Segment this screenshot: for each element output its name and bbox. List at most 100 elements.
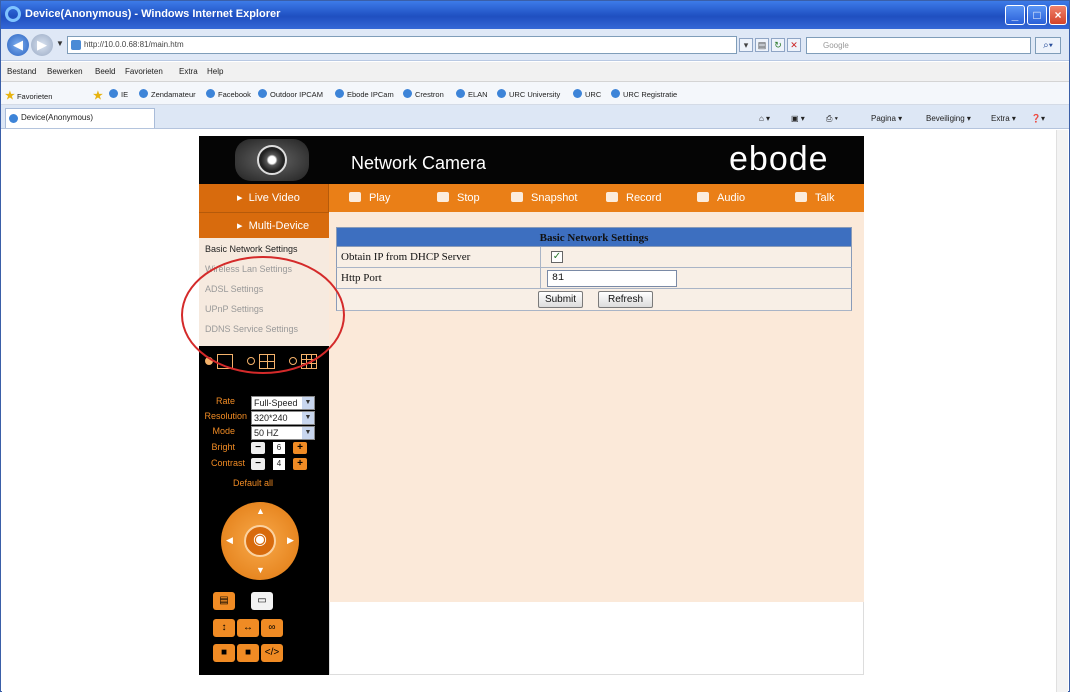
mode-select[interactable]: 50 HZ ▼ <box>251 426 315 440</box>
stop-icon <box>437 192 449 202</box>
ie-logo-icon <box>5 6 21 22</box>
history-dropdown-icon[interactable]: ▼ <box>56 39 64 48</box>
brand-logo: ebode <box>729 140 829 178</box>
maximize-button[interactable]: □ <box>1027 5 1047 25</box>
fav-urc-registratie[interactable]: URC Registratie <box>611 89 677 99</box>
submit-button[interactable]: Submit <box>538 291 583 308</box>
back-button[interactable]: ◀ <box>7 34 29 56</box>
talk-button[interactable]: Talk <box>795 184 835 212</box>
audio-button[interactable]: Audio <box>697 184 745 212</box>
code-icon[interactable]: </> <box>261 644 283 662</box>
default-all-button[interactable]: Default all <box>233 478 273 488</box>
camera-toolbar: ▸ Live Video Play Stop Snapshot Record A… <box>199 184 864 212</box>
tab-row: Device(Anonymous) ⌂ ▾ ▣ ▾ ⎙ ▾ Pagina ▾ B… <box>1 105 1069 129</box>
favorites-bar: ★ Favorieten ★ IE Zendamateur Facebook O… <box>1 82 1069 105</box>
page-viewport: Network Camera ebode ▸ Live Video Play S… <box>2 130 1068 692</box>
patrol-horizontal-icon[interactable]: ▭ <box>251 592 273 610</box>
search-icon[interactable]: ⌕▾ <box>1035 37 1061 54</box>
scrollbar[interactable] <box>1056 130 1068 692</box>
mode-label: Mode <box>212 426 235 436</box>
fav-facebook[interactable]: Facebook <box>206 89 251 99</box>
fav-zendamateur[interactable]: Zendamateur <box>139 89 196 99</box>
add-favorite-icon[interactable]: ★ <box>93 89 103 102</box>
io-on-icon[interactable]: ■ <box>213 644 235 662</box>
menu-bewerken[interactable]: Bewerken <box>47 67 83 76</box>
refresh-button[interactable]: Refresh <box>598 291 653 308</box>
live-video-button[interactable]: ▸ Live Video <box>199 184 329 212</box>
fav-outdoor-ipcam[interactable]: Outdoor IPCAM <box>258 89 323 99</box>
print-icon[interactable]: ⎙ ▾ <box>826 114 838 124</box>
fav-urc-university[interactable]: URC University <box>497 89 560 99</box>
contrast-decrease-button[interactable]: − <box>251 458 265 470</box>
feeds-icon[interactable]: ▣ ▾ <box>791 114 805 123</box>
title-bar: Device(Anonymous) - Windows Internet Exp… <box>1 1 1069 29</box>
ptz-down-icon[interactable]: ▼ <box>256 565 265 575</box>
fav-ie[interactable]: IE <box>109 89 128 99</box>
menu-extra[interactable]: Extra <box>179 67 198 76</box>
dhcp-row: Obtain IP from DHCP Server ✓ <box>336 247 852 268</box>
contrast-increase-button[interactable]: + <box>293 458 307 470</box>
annotation-circle <box>181 256 345 374</box>
play-button[interactable]: Play <box>349 184 390 212</box>
page-icon <box>71 40 81 50</box>
window-title: Device(Anonymous) - Windows Internet Exp… <box>25 8 281 20</box>
menu-help[interactable]: Help <box>207 67 223 76</box>
forward-button[interactable]: ▶ <box>31 34 53 56</box>
snapshot-button[interactable]: Snapshot <box>511 184 577 212</box>
browser-window: Device(Anonymous) - Windows Internet Exp… <box>0 0 1070 692</box>
tab-current[interactable]: Device(Anonymous) <box>5 108 155 128</box>
url-text: http://10.0.0.68:81/main.htm <box>84 40 184 49</box>
safety-menu[interactable]: Beveiliging ▾ <box>926 114 971 123</box>
ptz-right-icon[interactable]: ▶ <box>287 535 294 546</box>
rate-select[interactable]: Full-Speed ▼ <box>251 396 315 410</box>
address-bar: ◀ ▶ ▼ http://10.0.0.68:81/main.htm ▾ ▤ ↻… <box>1 29 1069 61</box>
http-port-input[interactable]: 81 <box>547 270 677 287</box>
close-button[interactable]: × <box>1049 5 1067 25</box>
search-input[interactable]: Google <box>806 37 1031 54</box>
bright-decrease-button[interactable]: − <box>251 442 265 454</box>
help-icon[interactable]: ❓▾ <box>1031 114 1045 123</box>
flip-icon[interactable]: ↕ <box>213 619 235 637</box>
home-icon[interactable]: ⌂ ▾ <box>759 114 770 123</box>
infinity-icon[interactable]: ∞ <box>261 619 283 637</box>
bright-increase-button[interactable]: + <box>293 442 307 454</box>
fav-crestron[interactable]: Crestron <box>403 89 444 99</box>
io-off-icon[interactable]: ■ <box>237 644 259 662</box>
rate-label: Rate <box>215 396 235 406</box>
bright-label: Bright <box>211 442 235 452</box>
tools-menu[interactable]: Extra ▾ <box>991 114 1016 123</box>
stop-button[interactable]: Stop <box>437 184 480 212</box>
fav-ebode-ipcam[interactable]: Ebode IPCam <box>335 89 394 99</box>
ptz-center-icon[interactable]: ◉ <box>244 525 276 557</box>
record-button[interactable]: Record <box>606 184 661 212</box>
stop-icon[interactable]: ✕ <box>787 38 801 52</box>
menu-bar: Bestand Bewerken Beeld Favorieten Extra … <box>1 62 1069 82</box>
fav-urc[interactable]: URC <box>573 89 601 99</box>
ptz-left-icon[interactable]: ◀ <box>226 535 233 546</box>
address-dropdown-icon[interactable]: ▾ <box>739 38 753 52</box>
menu-beeld[interactable]: Beeld <box>95 67 115 76</box>
fav-elan[interactable]: ELAN <box>456 89 488 99</box>
multi-device-button[interactable]: ▸ Multi-Device <box>199 212 329 238</box>
favorites-button[interactable]: ★ Favorieten <box>5 89 52 102</box>
resolution-label: Resolution <box>204 411 247 421</box>
tab-title: Device(Anonymous) <box>21 113 94 122</box>
minimize-button[interactable]: _ <box>1005 5 1025 25</box>
menu-favorieten[interactable]: Favorieten <box>125 67 163 76</box>
contrast-label: Contrast <box>210 458 245 468</box>
resolution-select[interactable]: 320*240 ▼ <box>251 411 315 425</box>
menu-bestand[interactable]: Bestand <box>7 67 36 76</box>
content-footer-area <box>329 602 864 675</box>
audio-icon <box>697 192 709 202</box>
url-input[interactable]: http://10.0.0.68:81/main.htm <box>67 36 737 54</box>
patrol-vertical-icon[interactable]: ▤ <box>213 592 235 610</box>
mirror-icon[interactable]: ↔ <box>237 619 259 637</box>
ptz-up-icon[interactable]: ▲ <box>256 506 265 516</box>
refresh-icon[interactable]: ↻ <box>771 38 785 52</box>
dhcp-checkbox[interactable]: ✓ <box>551 251 563 263</box>
page-menu[interactable]: Pagina ▾ <box>871 114 902 123</box>
camera-header: Network Camera ebode <box>199 136 864 184</box>
ptz-control-pad[interactable]: ▲ ▼ ◀ ▶ ◉ <box>221 502 299 580</box>
snapshot-icon <box>511 192 523 202</box>
compatibility-view-icon[interactable]: ▤ <box>755 38 769 52</box>
